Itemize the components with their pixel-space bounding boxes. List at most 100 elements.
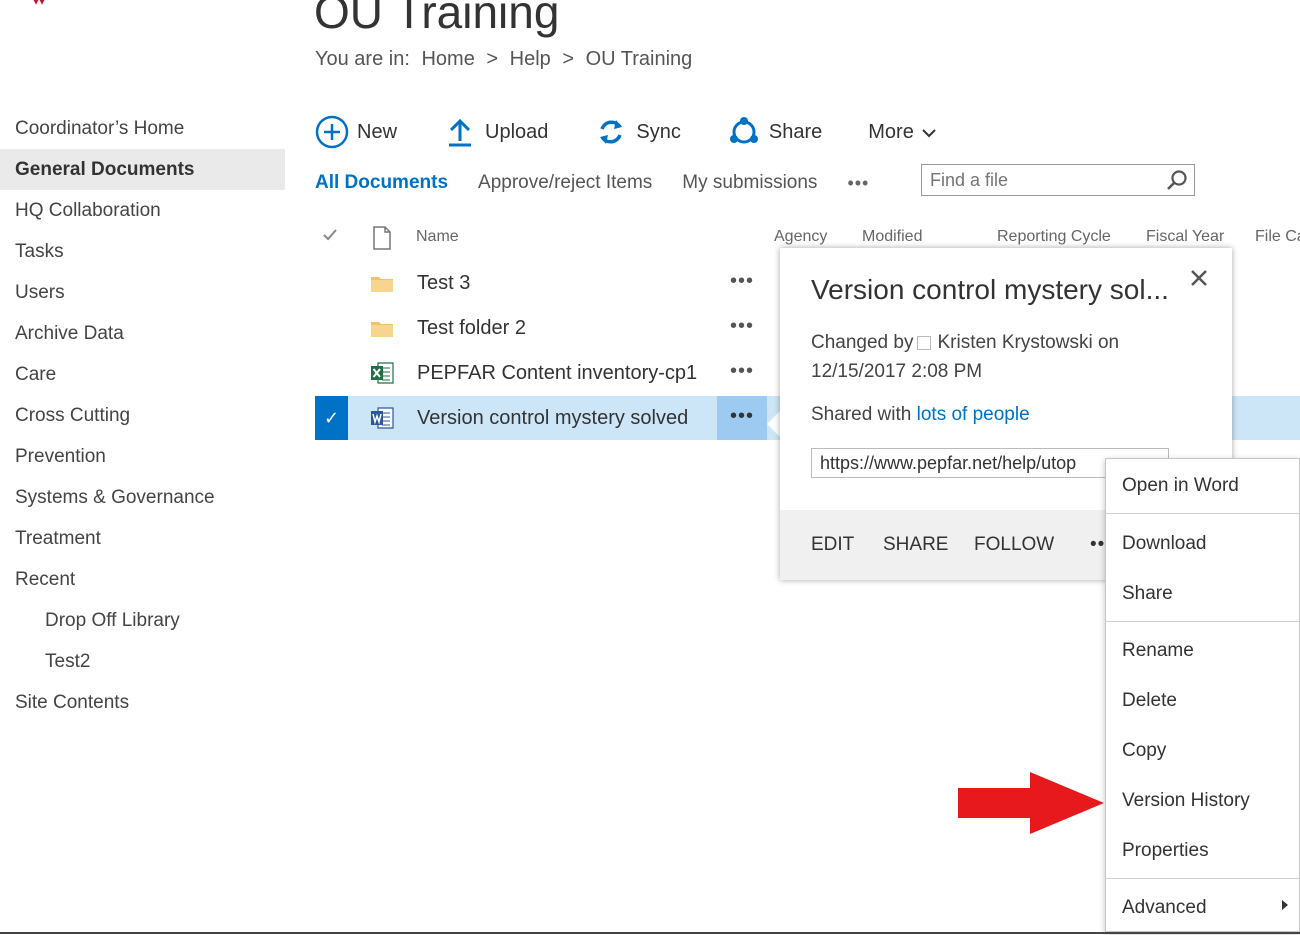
changed-by-info: Changed by Kristen Krystowski on 12/15/20…: [811, 328, 1211, 386]
open-menu-ellipsis[interactable]: •••: [717, 396, 767, 440]
nav-item-tasks[interactable]: Tasks: [0, 231, 285, 272]
search-input[interactable]: [922, 165, 1162, 195]
shared-prefix: Shared with: [811, 404, 912, 425]
row-checkbox[interactable]: [315, 306, 348, 350]
more-button-label: More: [868, 120, 914, 143]
view-approve-reject[interactable]: Approve/reject Items: [478, 172, 652, 194]
menu-item-open-in-word[interactable]: Open in Word: [1122, 475, 1239, 497]
nav-item-systems-governance[interactable]: Systems & Governance: [0, 477, 285, 518]
nav-item-treatment[interactable]: Treatment: [0, 518, 285, 559]
nav-item-archive-data[interactable]: Archive Data: [0, 313, 285, 354]
row-checkmark-icon[interactable]: ✓: [315, 396, 348, 440]
share-action[interactable]: SHARE: [883, 534, 948, 556]
breadcrumb-prefix: You are in:: [315, 48, 410, 70]
breadcrumb: You are in: Home > Help > OU Training: [315, 48, 698, 71]
close-icon[interactable]: [1190, 266, 1208, 294]
view-my-submissions[interactable]: My submissions: [682, 172, 817, 194]
breadcrumb-item-home[interactable]: Home: [421, 48, 474, 70]
nav-item-test2[interactable]: Test2: [0, 641, 285, 682]
sync-button-label: Sync: [636, 120, 681, 143]
nav-item-recent[interactable]: Recent: [0, 559, 285, 600]
shared-with-link[interactable]: lots of people: [917, 404, 1030, 425]
context-menu: Open in Word Download Share Rename Delet…: [1105, 458, 1300, 932]
nav-item-care[interactable]: Care: [0, 354, 285, 395]
excel-file-icon: [370, 361, 394, 385]
changed-by-on: on: [1097, 332, 1120, 353]
upload-arrow-icon: [443, 115, 477, 149]
menu-item-share[interactable]: Share: [1122, 583, 1173, 605]
select-all-checkmark-icon[interactable]: [322, 228, 338, 247]
breadcrumb-separator: >: [486, 48, 499, 70]
edit-action[interactable]: EDIT: [811, 534, 854, 556]
open-menu-ellipsis[interactable]: •••: [717, 351, 767, 395]
document-type-icon: [372, 226, 392, 255]
new-button[interactable]: New: [315, 115, 397, 149]
breadcrumb-separator: >: [562, 48, 575, 70]
file-name-link[interactable]: Test 3: [417, 261, 470, 305]
nav-item-site-contents[interactable]: Site Contents: [0, 682, 285, 723]
sync-icon: [594, 115, 628, 149]
page-title: OU Training: [314, 0, 560, 38]
upload-button[interactable]: Upload: [443, 115, 548, 149]
share-button-label: Share: [768, 120, 823, 143]
open-menu-ellipsis[interactable]: •••: [717, 306, 767, 350]
site-logo: [30, 0, 54, 6]
search-icon[interactable]: [1166, 169, 1188, 191]
breadcrumb-item-ou-training[interactable]: OU Training: [586, 48, 693, 70]
presence-indicator-icon: [917, 335, 932, 350]
upload-button-label: Upload: [485, 120, 549, 143]
folder-icon: [370, 316, 394, 340]
changed-by-user[interactable]: Kristen Krystowski: [937, 332, 1092, 353]
open-menu-ellipsis[interactable]: •••: [717, 261, 767, 305]
menu-separator: [1106, 513, 1299, 514]
nav-item-users[interactable]: Users: [0, 272, 285, 313]
command-bar: New Upload Sync Share More: [315, 110, 982, 154]
nav-item-prevention[interactable]: Prevention: [0, 436, 285, 477]
search-box: [921, 164, 1195, 196]
menu-item-delete[interactable]: Delete: [1122, 690, 1177, 712]
new-button-label: New: [357, 120, 398, 143]
red-arrow-icon: [958, 772, 1106, 834]
menu-item-advanced[interactable]: Advanced: [1122, 897, 1207, 919]
callout-pointer: [767, 410, 781, 438]
changed-date: 12/15/2017 2:08 PM: [811, 361, 983, 382]
menu-item-download[interactable]: Download: [1122, 533, 1207, 555]
submenu-arrow-icon: [1282, 900, 1288, 910]
word-file-icon: [370, 406, 394, 430]
more-button[interactable]: More: [868, 121, 936, 144]
row-checkbox[interactable]: [315, 261, 348, 305]
callout-title[interactable]: Version control mystery sol...: [811, 274, 1169, 306]
column-header-reporting-cycle[interactable]: Reporting Cycle: [997, 228, 1111, 246]
nav-item-drop-off-library[interactable]: Drop Off Library: [0, 600, 285, 641]
view-all-documents[interactable]: All Documents: [315, 172, 448, 194]
nav-item-hq-collaboration[interactable]: HQ Collaboration: [0, 190, 285, 231]
bottom-border: [0, 932, 1300, 934]
more-views-button[interactable]: •••: [847, 173, 869, 194]
file-name-link[interactable]: PEPFAR Content inventory-cp1: [417, 351, 697, 395]
nav-item-coordinators-home[interactable]: Coordinator’s Home: [0, 108, 285, 149]
column-header-fiscal-year[interactable]: Fiscal Year: [1146, 228, 1224, 246]
column-header-agency[interactable]: Agency: [774, 228, 827, 246]
file-name-link[interactable]: Test folder 2: [417, 306, 526, 350]
nav-item-cross-cutting[interactable]: Cross Cutting: [0, 395, 285, 436]
menu-separator: [1106, 878, 1299, 879]
menu-item-rename[interactable]: Rename: [1122, 640, 1194, 662]
file-name-link[interactable]: Version control mystery solved: [417, 396, 688, 440]
menu-item-version-history[interactable]: Version History: [1122, 790, 1250, 812]
shared-with-info: Shared with lots of people: [811, 404, 1030, 426]
share-icon: [727, 115, 761, 149]
row-checkbox[interactable]: [315, 351, 348, 395]
changed-by-prefix: Changed by: [811, 332, 914, 353]
nav-item-general-documents[interactable]: General Documents: [0, 149, 285, 190]
plus-circle-icon: [315, 115, 349, 149]
breadcrumb-item-help[interactable]: Help: [510, 48, 551, 70]
column-header-file-category[interactable]: File Ca: [1255, 228, 1300, 246]
sync-button[interactable]: Sync: [594, 115, 681, 149]
column-header-modified[interactable]: Modified: [862, 228, 922, 246]
column-header-name[interactable]: Name: [416, 228, 459, 246]
menu-item-copy[interactable]: Copy: [1122, 740, 1166, 762]
menu-item-properties[interactable]: Properties: [1122, 840, 1209, 862]
chevron-down-icon: [922, 121, 936, 144]
follow-action[interactable]: FOLLOW: [974, 534, 1054, 556]
share-button[interactable]: Share: [727, 115, 822, 149]
